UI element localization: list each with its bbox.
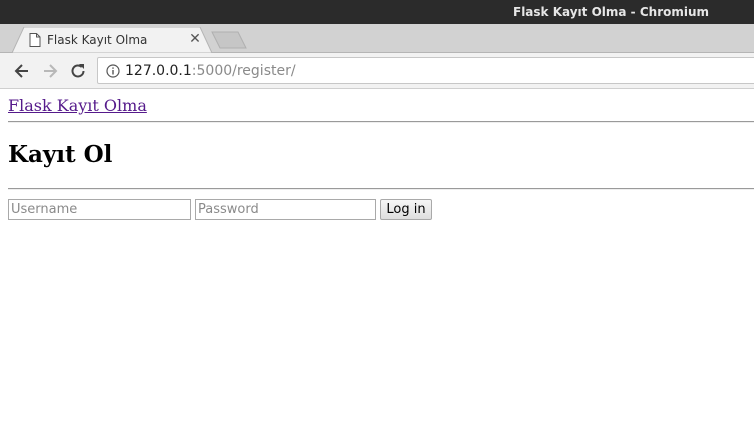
window-titlebar: Flask Kayıt Olma - Chromium <box>0 0 754 24</box>
window-title: Flask Kayıt Olma - Chromium <box>513 5 710 19</box>
browser-toolbar: 127.0.0.1:5000/register/ <box>0 53 754 89</box>
url-host: 127.0.0.1 <box>125 63 192 79</box>
url-text[interactable]: 127.0.0.1:5000/register/ <box>125 63 296 79</box>
address-bar[interactable]: 127.0.0.1:5000/register/ <box>97 57 754 84</box>
url-path: :5000/register/ <box>191 63 296 79</box>
close-icon[interactable]: ✕ <box>187 31 203 47</box>
tab-title: Flask Kayıt Olma <box>47 33 148 47</box>
password-input[interactable] <box>195 199 376 220</box>
tab-active[interactable]: Flask Kayıt Olma ✕ <box>12 27 212 53</box>
page-icon <box>29 33 41 47</box>
divider-bottom <box>8 188 754 190</box>
forward-arrow-icon[interactable] <box>40 61 60 81</box>
reload-icon[interactable] <box>68 61 88 81</box>
back-arrow-icon[interactable] <box>12 61 32 81</box>
new-tab-button[interactable] <box>210 31 250 49</box>
divider-top <box>8 121 754 123</box>
username-input[interactable] <box>8 199 191 220</box>
login-button[interactable]: Log in <box>380 199 432 220</box>
home-link[interactable]: Flask Kayıt Olma <box>8 96 147 115</box>
page-title: Kayıt Ol <box>8 141 113 168</box>
info-icon[interactable] <box>106 64 120 78</box>
tab-strip: Flask Kayıt Olma ✕ <box>0 24 754 53</box>
page-content: Flask Kayıt Olma Kayıt Ol Log in <box>0 89 754 432</box>
